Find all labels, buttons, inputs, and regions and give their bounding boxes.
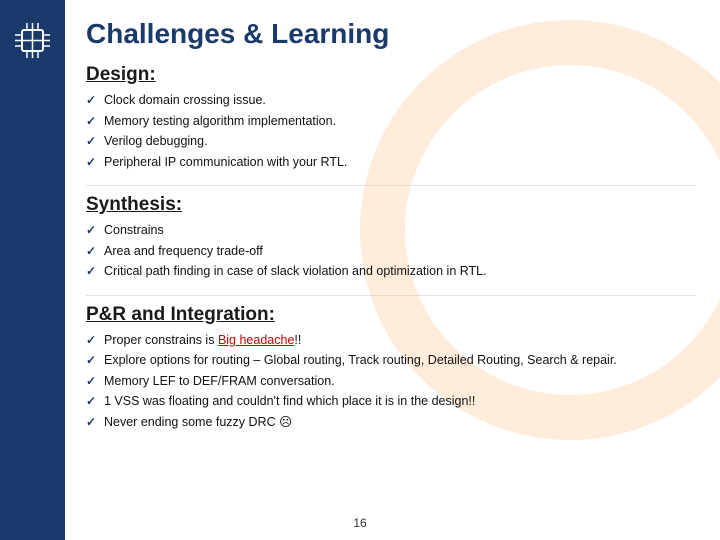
synthesis-bullet-list: Constrains Area and frequency trade-off … bbox=[86, 222, 696, 281]
highlight-big-headache: Big headache bbox=[218, 333, 294, 347]
list-item: 1 VSS was floating and couldn't find whi… bbox=[86, 393, 696, 411]
left-sidebar bbox=[0, 0, 65, 540]
chip-icon bbox=[10, 18, 55, 63]
slide: Challenges & Learning Design: Clock doma… bbox=[0, 0, 720, 540]
list-item: Peripheral IP communication with your RT… bbox=[86, 154, 696, 172]
list-item: Verilog debugging. bbox=[86, 133, 696, 151]
list-item: Proper constrains is Big headache!! bbox=[86, 332, 696, 350]
list-item: Critical path finding in case of slack v… bbox=[86, 263, 696, 281]
list-item: Memory testing algorithm implementation. bbox=[86, 113, 696, 131]
section-divider bbox=[86, 295, 696, 296]
list-item: Explore options for routing – Global rou… bbox=[86, 352, 696, 370]
list-item: Clock domain crossing issue. bbox=[86, 92, 696, 110]
main-content: Challenges & Learning Design: Clock doma… bbox=[70, 0, 720, 540]
list-item: Memory LEF to DEF/FRAM conversation. bbox=[86, 373, 696, 391]
list-item: Area and frequency trade-off bbox=[86, 243, 696, 261]
section-design-heading: Design: bbox=[86, 64, 696, 86]
design-bullet-list: Clock domain crossing issue. Memory test… bbox=[86, 92, 696, 171]
section-par-heading: P&R and Integration: bbox=[86, 304, 696, 326]
list-item: Constrains bbox=[86, 222, 696, 240]
section-synthesis-heading: Synthesis: bbox=[86, 194, 696, 216]
slide-number: 16 bbox=[353, 516, 366, 530]
list-item: Never ending some fuzzy DRC ☹ bbox=[86, 414, 696, 432]
slide-title: Challenges & Learning bbox=[86, 18, 696, 50]
par-bullet-list: Proper constrains is Big headache!! Expl… bbox=[86, 332, 696, 432]
section-divider bbox=[86, 185, 696, 186]
